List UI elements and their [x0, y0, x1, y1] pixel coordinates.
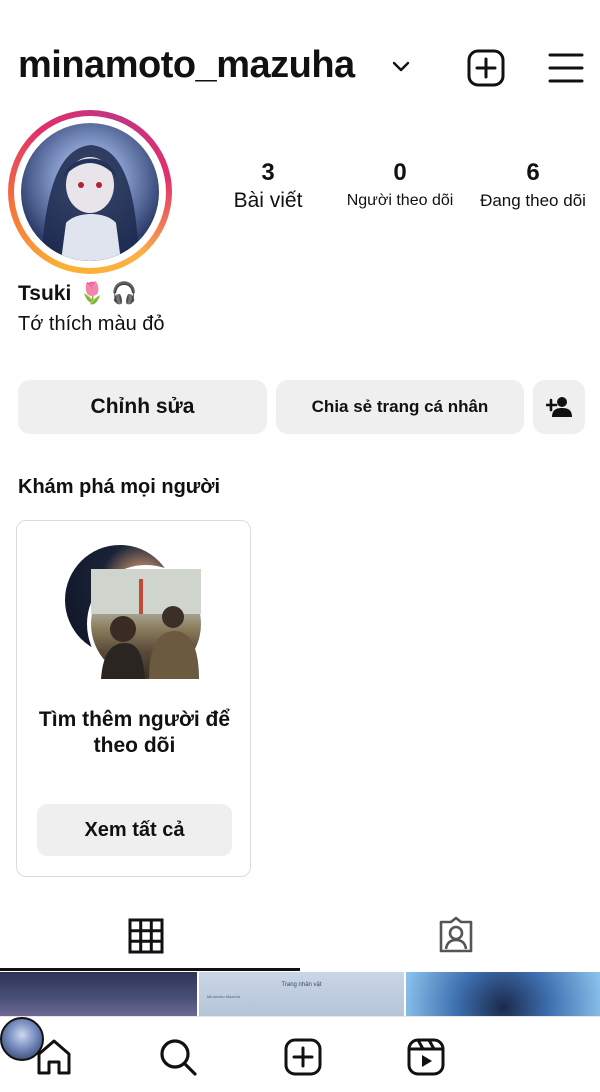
profile-header: minamoto_mazuha [0, 0, 600, 120]
bottom-navigation [0, 1016, 600, 1092]
edit-profile-button[interactable]: Chỉnh sửa [18, 380, 267, 434]
profile-tabs [0, 900, 600, 972]
grid-icon[interactable] [128, 918, 164, 954]
stat-posts-count: 3 [261, 159, 275, 186]
add-user-icon [546, 397, 572, 417]
avatar-border [14, 116, 166, 268]
profile-avatar-story-ring[interactable] [8, 110, 172, 274]
post-grid: Trang nhân vật Minamoto Mazuha [0, 972, 600, 1016]
discover-people-title: Khám phá mọi người [18, 476, 221, 498]
share-profile-button[interactable]: Chia sẻ trang cá nhân [276, 380, 524, 434]
create-icon[interactable] [283, 1037, 323, 1077]
active-tab-indicator [0, 968, 300, 971]
profile-name: Tsuki 🌷 🎧 [18, 282, 137, 306]
post-thumbnail-2-sub: Minamoto Mazuha [207, 994, 240, 999]
stat-followers[interactable]: 0 Người theo dõi [336, 158, 464, 214]
discover-people-button[interactable] [533, 380, 585, 434]
tagged-icon[interactable] [437, 916, 475, 954]
profile-name-emojis: 🌷 🎧 [79, 282, 138, 305]
profile-bio: Tớ thích màu đỏ [18, 313, 165, 335]
post-thumbnail-3[interactable] [406, 972, 600, 1016]
add-post-icon[interactable] [466, 48, 506, 88]
reels-icon[interactable] [406, 1037, 446, 1077]
post-thumbnail-2[interactable]: Trang nhân vật Minamoto Mazuha [199, 972, 404, 1016]
suggested-avatar-2 [87, 565, 205, 683]
stat-posts-label: Bài viết [233, 189, 303, 212]
stat-followers-label: Người theo dõi [346, 192, 454, 209]
menu-icon[interactable] [546, 50, 586, 86]
chevron-down-icon[interactable] [390, 58, 412, 76]
search-icon[interactable] [158, 1037, 198, 1077]
discover-card: Tìm thêm người để theo dõi Xem tất cả [16, 520, 251, 877]
stat-following-label: Đang theo dõi [480, 191, 586, 210]
avatar [21, 123, 159, 261]
username-title[interactable]: minamoto_mazuha [18, 44, 355, 87]
stat-following[interactable]: 6 Đang theo dõi [470, 158, 596, 214]
stat-followers-count: 0 [393, 159, 407, 186]
post-thumbnail-2-title: Trang nhân vật [281, 982, 322, 988]
stat-following-count: 6 [526, 159, 540, 186]
post-thumbnail-1[interactable] [0, 972, 197, 1016]
see-all-button[interactable]: Xem tất cả [37, 804, 232, 856]
home-icon[interactable] [34, 1037, 74, 1077]
suggested-photo [91, 569, 201, 679]
profile-name-text: Tsuki [18, 282, 72, 305]
avatar-illustration [41, 145, 139, 261]
stat-posts[interactable]: 3 Bài viết [214, 158, 322, 214]
discover-card-text: Tìm thêm người để theo dõi [38, 708, 231, 757]
